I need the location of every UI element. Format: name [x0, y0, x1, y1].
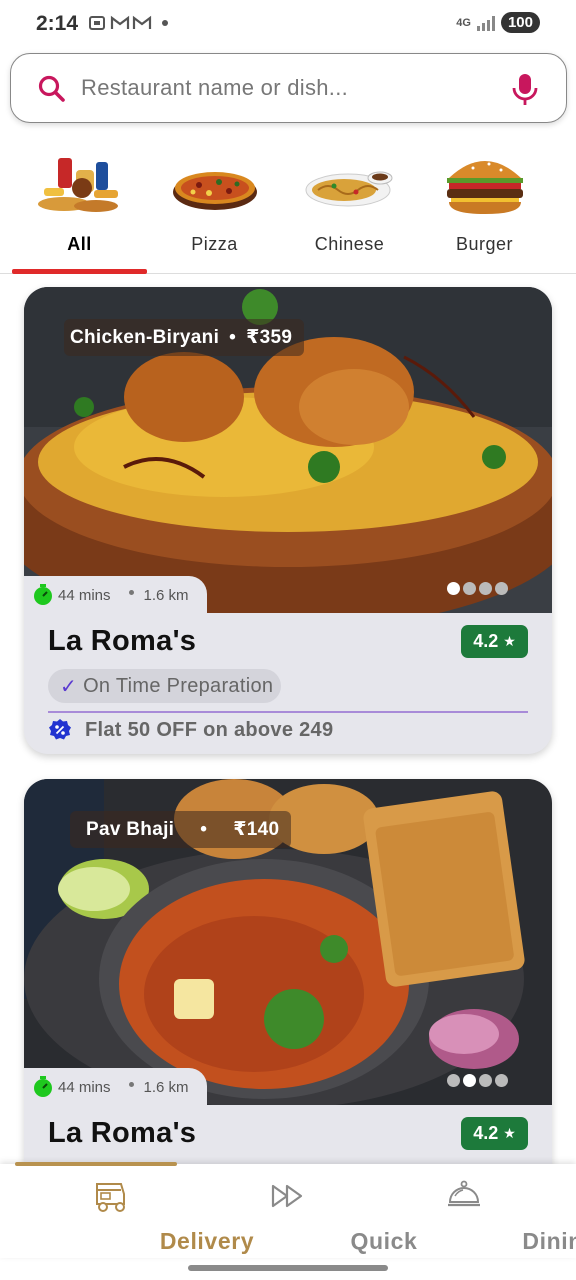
eta-time: 44 mins	[58, 586, 111, 604]
rating-badge: 4.2 ★	[461, 625, 528, 658]
burger-image	[447, 161, 523, 214]
tab-label: Burger	[455, 234, 514, 254]
carousel-dot[interactable]	[495, 582, 508, 595]
check-icon: ✓	[60, 675, 78, 698]
tab-all[interactable]: All	[12, 140, 147, 274]
noodles-image	[305, 171, 393, 207]
dish-name: Pav Bhaji	[86, 819, 175, 840]
battery-level: 100	[500, 12, 540, 33]
fast-forward-icon	[271, 1184, 303, 1208]
carousel-dots[interactable]	[447, 582, 508, 595]
tab-label: Pizza	[191, 234, 238, 254]
rating-badge: 4.2 ★	[461, 1117, 528, 1150]
gmail-icon	[132, 14, 152, 32]
distance: 1.6 km	[143, 1078, 189, 1096]
nav-delivery[interactable]: Delivery	[15, 1172, 254, 1256]
active-nav-indicator	[15, 1162, 177, 1166]
tab-burger[interactable]: Burger	[417, 140, 552, 274]
star-icon: ★	[503, 633, 516, 649]
separator-dot	[128, 589, 134, 595]
network-type: 4G	[456, 16, 471, 29]
signal-icon	[476, 15, 495, 31]
search-input[interactable]	[81, 68, 501, 108]
dish-separator: •	[229, 327, 237, 348]
nav-quick[interactable]: Quick	[192, 1172, 417, 1256]
carousel-dot[interactable]	[447, 1074, 460, 1087]
separator-dot	[128, 1081, 134, 1087]
timer-icon	[34, 584, 52, 605]
dish-separator: •	[200, 819, 208, 840]
on-time-label: On Time Preparation	[83, 674, 274, 697]
all-food-image	[38, 158, 118, 212]
cloche-icon	[448, 1180, 480, 1207]
carousel-dot[interactable]	[463, 582, 476, 595]
dish-tag: Pav Bhaji • ₹140	[70, 811, 292, 848]
search-bar[interactable]	[10, 53, 567, 123]
rating-value: 4.2	[473, 631, 499, 651]
restaurant-card[interactable]: Pav Bhaji • ₹140 44 mins 1.6 km La Roma's …	[24, 779, 552, 1199]
dish-price: ₹140	[233, 819, 280, 840]
offer-text: Flat 50 OFF on above 249	[85, 718, 334, 741]
tab-label: All	[67, 234, 92, 254]
carousel-dot[interactable]	[479, 582, 492, 595]
dish-price: ₹359	[246, 327, 293, 348]
star-icon: ★	[503, 1125, 516, 1141]
dish-name: Chicken-Biryani	[70, 327, 220, 348]
screenshot-icon	[88, 14, 106, 32]
search-icon	[37, 74, 67, 104]
carousel-dots[interactable]	[447, 1074, 508, 1087]
mic-icon[interactable]	[510, 72, 540, 106]
tab-label: Chinese	[314, 234, 385, 254]
dish-tag: Chicken-Biryani • ₹359	[64, 319, 305, 356]
pizza-image	[173, 172, 257, 210]
carousel-dot[interactable]	[495, 1074, 508, 1087]
nav-dining[interactable]: Dining	[368, 1172, 576, 1256]
carousel-dot[interactable]	[463, 1074, 476, 1087]
delivery-info: 44 mins 1.6 km	[24, 1068, 207, 1106]
eta-time: 44 mins	[58, 1078, 111, 1096]
on-time-badge: ✓ On Time Preparation	[48, 669, 282, 703]
active-tab-indicator	[12, 269, 147, 274]
restaurant-name: La Roma's	[48, 625, 197, 657]
carousel-dot[interactable]	[447, 582, 460, 595]
discount-icon	[49, 719, 71, 740]
auto-rickshaw-icon	[96, 1183, 125, 1212]
offer-row: Flat 50 OFF on above 249	[48, 718, 333, 742]
nav-label: Dining	[522, 1228, 576, 1254]
divider	[48, 711, 528, 713]
carousel-dot[interactable]	[479, 1074, 492, 1087]
timer-icon	[34, 1076, 52, 1097]
notification-dot	[162, 20, 168, 26]
status-time: 2:14	[36, 12, 79, 35]
distance: 1.6 km	[143, 586, 189, 604]
restaurant-name: La Roma's	[48, 1117, 197, 1149]
status-bar: 2:14 4G 100	[0, 0, 576, 50]
restaurant-card[interactable]: Chicken-Biryani • ₹359 44 mins 1.6 km La R…	[24, 287, 552, 754]
gmail-icon	[110, 14, 130, 32]
gesture-bar[interactable]	[188, 1265, 388, 1271]
category-tabs: All Pizza Chinese Burger	[0, 140, 576, 274]
tab-pizza[interactable]: Pizza	[147, 140, 282, 274]
delivery-info: 44 mins 1.6 km	[24, 576, 207, 614]
tab-chinese[interactable]: Chinese	[282, 140, 417, 274]
rating-value: 4.2	[473, 1123, 499, 1143]
bottom-navigation: Delivery Quick Dining	[0, 1162, 576, 1258]
